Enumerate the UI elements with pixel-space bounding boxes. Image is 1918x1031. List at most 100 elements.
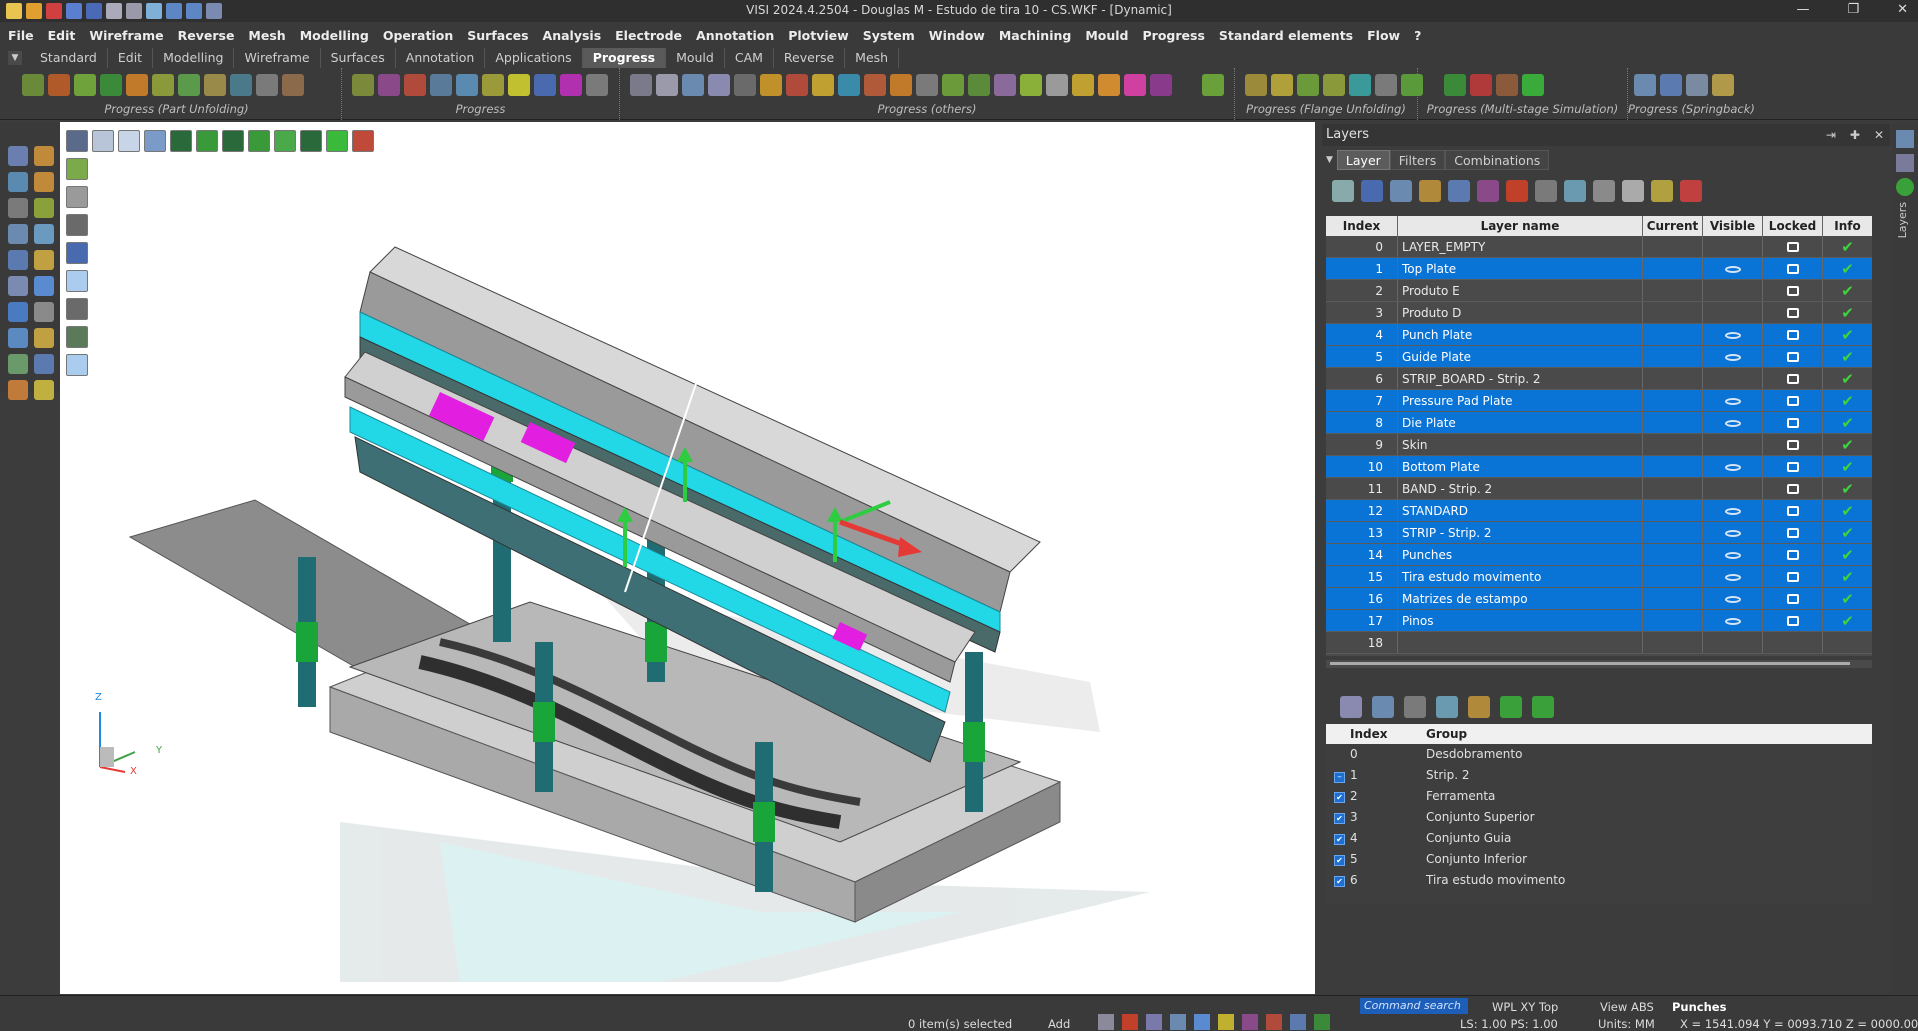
progress-tool-icon[interactable] bbox=[586, 74, 608, 96]
group-check-cell[interactable]: ✔ bbox=[1326, 807, 1346, 828]
layer-visible-cell[interactable] bbox=[1703, 390, 1763, 411]
paint-icon[interactable] bbox=[8, 380, 28, 400]
menu-operation[interactable]: Operation bbox=[383, 28, 453, 43]
pencil-icon[interactable] bbox=[34, 172, 54, 192]
layer-name[interactable]: Produto E bbox=[1398, 280, 1643, 301]
layer-visible-cell[interactable] bbox=[1703, 478, 1763, 499]
layer-current-cell[interactable] bbox=[1643, 302, 1703, 323]
layer-row[interactable]: 15 Tira estudo movimento ✔ bbox=[1326, 566, 1872, 588]
tab-progress[interactable]: Progress bbox=[582, 48, 667, 68]
layer-locked-cell[interactable] bbox=[1763, 236, 1823, 257]
layer-current-cell[interactable] bbox=[1643, 610, 1703, 631]
visible-eye-icon[interactable] bbox=[1724, 618, 1741, 625]
snap-icon[interactable] bbox=[1170, 1014, 1186, 1030]
layer-visible-cell[interactable] bbox=[1703, 522, 1763, 543]
layer-visible-cell[interactable] bbox=[1703, 544, 1763, 565]
zoom-icon[interactable] bbox=[8, 224, 28, 244]
snap-icon[interactable] bbox=[1290, 1014, 1306, 1030]
layer-name[interactable]: Tira estudo movimento bbox=[1398, 566, 1643, 587]
measure-icon[interactable] bbox=[34, 224, 54, 244]
layer-name[interactable]: Die Plate bbox=[1398, 412, 1643, 433]
progress-tool-icon[interactable] bbox=[656, 74, 678, 96]
visible-eye-icon[interactable] bbox=[1724, 530, 1741, 537]
tab-edit[interactable]: Edit bbox=[108, 48, 154, 68]
layer-visible-cell[interactable] bbox=[1703, 610, 1763, 631]
progress-tool-icon[interactable] bbox=[942, 74, 964, 96]
layer-current-cell[interactable] bbox=[1643, 500, 1703, 521]
snap-icon[interactable] bbox=[1314, 1014, 1330, 1030]
snap-icon[interactable] bbox=[1122, 1014, 1138, 1030]
layer-row[interactable]: 16 Matrizes de estampo ✔ bbox=[1326, 588, 1872, 610]
progress-tool-icon[interactable] bbox=[456, 74, 478, 96]
layer-name[interactable]: Pinos bbox=[1398, 610, 1643, 631]
layer-current-cell[interactable] bbox=[1643, 566, 1703, 587]
delete-icon[interactable] bbox=[8, 354, 28, 374]
layer-locked-cell[interactable] bbox=[1763, 324, 1823, 345]
layer-locked-cell[interactable] bbox=[1763, 302, 1823, 323]
layer-tool-icon[interactable] bbox=[1390, 180, 1412, 202]
layer-row[interactable]: 11 BAND - Strip. 2 ✔ bbox=[1326, 478, 1872, 500]
layer-visible-cell[interactable] bbox=[1703, 434, 1763, 455]
progress-tool-icon[interactable] bbox=[1202, 74, 1224, 96]
group-check-cell[interactable]: – bbox=[1326, 765, 1346, 786]
rotate-icon[interactable] bbox=[8, 250, 28, 270]
layer-current-cell[interactable] bbox=[1643, 390, 1703, 411]
menu-flow[interactable]: Flow bbox=[1367, 28, 1400, 43]
progress-tool-icon[interactable] bbox=[890, 74, 912, 96]
menu-analysis[interactable]: Analysis bbox=[543, 28, 602, 43]
layer-current-cell[interactable] bbox=[1643, 456, 1703, 477]
layer-row[interactable]: 7 Pressure Pad Plate ✔ bbox=[1326, 390, 1872, 412]
progress-tool-icon[interactable] bbox=[864, 74, 886, 96]
menu-wireframe[interactable]: Wireframe bbox=[89, 28, 163, 43]
layer-locked-cell[interactable] bbox=[1763, 632, 1823, 653]
progress-tool-icon[interactable] bbox=[916, 74, 938, 96]
dock-icon[interactable]: ⇥ bbox=[1826, 124, 1836, 146]
layer-name[interactable] bbox=[1398, 632, 1643, 653]
unfold-tool-icon[interactable] bbox=[74, 74, 96, 96]
group-checkbox[interactable]: ✔ bbox=[1334, 834, 1345, 845]
layer-visible-cell[interactable] bbox=[1703, 588, 1763, 609]
group-tool-icon[interactable] bbox=[1468, 696, 1490, 718]
layer-name[interactable]: Produto D bbox=[1398, 302, 1643, 323]
progress-tool-icon[interactable] bbox=[682, 74, 704, 96]
tab-surfaces[interactable]: Surfaces bbox=[321, 48, 396, 68]
progress-tool-icon[interactable] bbox=[734, 74, 756, 96]
layer-visible-cell[interactable] bbox=[1703, 258, 1763, 279]
progress-tool-icon[interactable] bbox=[630, 74, 652, 96]
progress-tool-icon[interactable] bbox=[352, 74, 374, 96]
col-group-name[interactable]: Group bbox=[1426, 724, 1666, 744]
unfold-tool-icon[interactable] bbox=[204, 74, 226, 96]
print-icon[interactable] bbox=[106, 3, 122, 19]
snap-icon[interactable] bbox=[1242, 1014, 1258, 1030]
menu-machining[interactable]: Machining bbox=[999, 28, 1072, 43]
unlock-icon[interactable] bbox=[1786, 440, 1799, 450]
layer-tool-icon[interactable] bbox=[1680, 180, 1702, 202]
undo-icon[interactable] bbox=[34, 354, 54, 374]
snap-icon[interactable] bbox=[1146, 1014, 1162, 1030]
unlock-icon[interactable] bbox=[1786, 550, 1799, 560]
visible-eye-icon[interactable] bbox=[1724, 552, 1741, 559]
group-name[interactable]: Desdobramento bbox=[1426, 744, 1666, 765]
layer-locked-cell[interactable] bbox=[1763, 434, 1823, 455]
visible-eye-icon[interactable] bbox=[1724, 574, 1741, 581]
menu-surfaces[interactable]: Surfaces bbox=[467, 28, 528, 43]
layers-side-icon[interactable] bbox=[1896, 130, 1914, 148]
unfold-tool-icon[interactable] bbox=[178, 74, 200, 96]
layer-row[interactable]: 18 bbox=[1326, 632, 1872, 654]
progress-tool-icon[interactable] bbox=[1072, 74, 1094, 96]
progress-tool-icon[interactable] bbox=[760, 74, 782, 96]
menu-modelling[interactable]: Modelling bbox=[300, 28, 369, 43]
layer-tool-icon[interactable] bbox=[1506, 180, 1528, 202]
unlock-icon[interactable] bbox=[1786, 462, 1799, 472]
surface-icon[interactable] bbox=[34, 276, 54, 296]
visible-eye-icon[interactable] bbox=[1724, 508, 1741, 515]
progress-tool-icon[interactable] bbox=[1150, 74, 1172, 96]
layer-row[interactable]: 9 Skin ✔ bbox=[1326, 434, 1872, 456]
undo-icon[interactable] bbox=[166, 3, 182, 19]
open-icon[interactable] bbox=[26, 3, 42, 19]
unfold-tool-icon[interactable] bbox=[282, 74, 304, 96]
menu-file[interactable]: File bbox=[8, 28, 34, 43]
visible-eye-icon[interactable] bbox=[1724, 464, 1741, 471]
simulation-tool-icon[interactable] bbox=[1444, 74, 1466, 96]
group-checkbox[interactable]: ✔ bbox=[1334, 855, 1345, 866]
